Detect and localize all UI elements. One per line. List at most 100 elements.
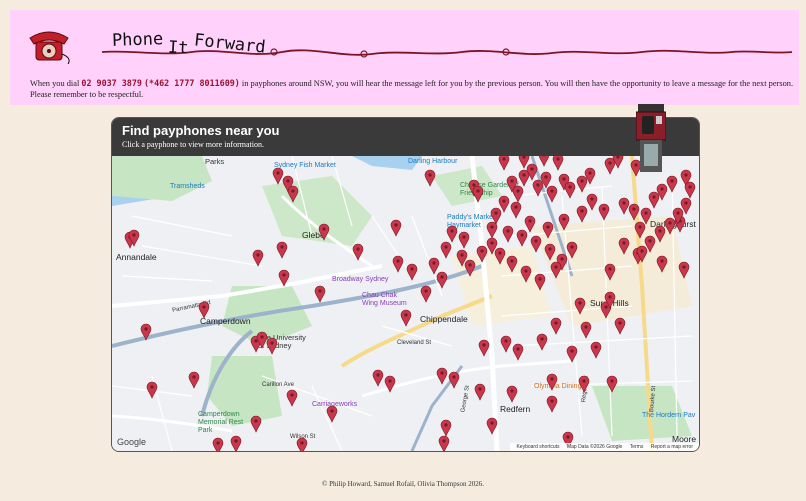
map-canvas[interactable]: Parks Sydney Fish Market Darling Harbour… [112,156,699,451]
payphone-marker[interactable] [580,321,592,339]
payphone-marker[interactable] [494,247,506,265]
payphone-marker[interactable] [516,229,528,247]
payphone-marker[interactable] [684,181,696,199]
payphone-marker[interactable] [276,241,288,259]
payphone-marker[interactable] [532,179,544,197]
payphone-marker[interactable] [604,263,616,281]
payphone-marker[interactable] [536,333,548,351]
payphone-marker[interactable] [188,371,200,389]
payphone-marker[interactable] [474,383,486,401]
payphone-marker[interactable] [286,389,298,407]
payphone-marker[interactable] [534,273,546,291]
payphone-marker[interactable] [272,167,284,185]
payphone-marker[interactable] [648,191,660,209]
payphone-marker[interactable] [287,185,299,203]
payphone-marker[interactable] [230,435,242,451]
payphone-marker[interactable] [400,309,412,327]
payphone-marker[interactable] [278,269,290,287]
payphone-marker[interactable] [318,223,330,241]
payphone-marker[interactable] [558,213,570,231]
payphone-marker[interactable] [546,395,558,413]
payphone-marker[interactable] [390,219,402,237]
payphone-marker[interactable] [628,203,640,221]
payphone-marker[interactable] [472,185,484,203]
payphone-marker[interactable] [550,261,562,279]
payphone-marker[interactable] [500,335,512,353]
payphone-marker[interactable] [542,221,554,239]
payphone-marker[interactable] [486,221,498,239]
payphone-marker[interactable] [372,369,384,387]
payphone-marker[interactable] [654,225,666,243]
payphone-marker[interactable] [502,225,514,243]
payphone-marker[interactable] [498,195,510,213]
payphone-marker[interactable] [520,265,532,283]
payphone-marker[interactable] [446,225,458,243]
payphone-marker[interactable] [576,205,588,223]
payphone-marker[interactable] [614,317,626,335]
payphone-marker[interactable] [606,375,618,393]
payphone-marker[interactable] [546,373,558,391]
payphone-marker[interactable] [448,371,460,389]
payphone-marker[interactable] [566,241,578,259]
payphone-marker[interactable] [212,437,224,451]
keyboard-shortcuts-link[interactable]: Keyboard shortcuts [516,444,559,450]
payphone-marker[interactable] [552,156,564,171]
payphone-marker[interactable] [544,243,556,261]
report-error-link[interactable]: Report a map error [651,444,693,450]
payphone-marker[interactable] [576,175,588,193]
payphone-marker[interactable] [550,317,562,335]
payphone-marker[interactable] [490,207,502,225]
payphone-marker[interactable] [518,169,530,187]
payphone-marker[interactable] [546,185,558,203]
payphone-marker[interactable] [252,249,264,267]
payphone-marker[interactable] [578,375,590,393]
payphone-marker[interactable] [564,181,576,199]
payphone-marker[interactable] [314,285,326,303]
payphone-marker[interactable] [424,169,436,187]
payphone-marker[interactable] [250,415,262,433]
terms-link[interactable]: Terms [630,444,644,450]
payphone-marker[interactable] [266,337,278,355]
payphone-marker[interactable] [506,255,518,273]
payphone-marker[interactable] [618,237,630,255]
payphone-marker[interactable] [438,435,450,451]
payphone-marker[interactable] [586,193,598,211]
payphone-marker[interactable] [476,245,488,263]
payphone-marker[interactable] [458,231,470,249]
payphone-marker[interactable] [574,297,586,315]
payphone-marker[interactable] [656,255,668,273]
payphone-marker[interactable] [146,381,158,399]
payphone-marker[interactable] [436,367,448,385]
payphone-marker[interactable] [428,257,440,275]
payphone-marker[interactable] [598,203,610,221]
payphone-marker[interactable] [392,255,404,273]
payphone-marker[interactable] [486,417,498,435]
payphone-marker[interactable] [326,405,338,423]
payphone-marker[interactable] [666,175,678,193]
payphone-marker[interactable] [524,215,536,233]
payphone-marker[interactable] [512,185,524,203]
payphone-marker[interactable] [440,419,452,437]
payphone-marker[interactable] [140,323,152,341]
payphone-marker[interactable] [538,156,550,167]
payphone-marker[interactable] [498,156,510,171]
payphone-marker[interactable] [478,339,490,357]
payphone-marker[interactable] [406,263,418,281]
payphone-marker[interactable] [198,301,210,319]
payphone-marker[interactable] [590,341,602,359]
payphone-marker[interactable] [510,201,522,219]
payphone-marker[interactable] [604,157,616,175]
payphone-marker[interactable] [530,235,542,253]
payphone-marker[interactable] [566,345,578,363]
payphone-marker[interactable] [512,343,524,361]
payphone-marker[interactable] [640,207,652,225]
payphone-marker[interactable] [618,197,630,215]
payphone-marker[interactable] [296,437,308,451]
payphone-marker[interactable] [634,221,646,239]
payphone-marker[interactable] [352,243,364,261]
payphone-marker[interactable] [384,375,396,393]
payphone-marker[interactable] [464,259,476,277]
payphone-marker[interactable] [420,285,432,303]
payphone-marker[interactable] [436,271,448,289]
payphone-marker[interactable] [678,261,690,279]
